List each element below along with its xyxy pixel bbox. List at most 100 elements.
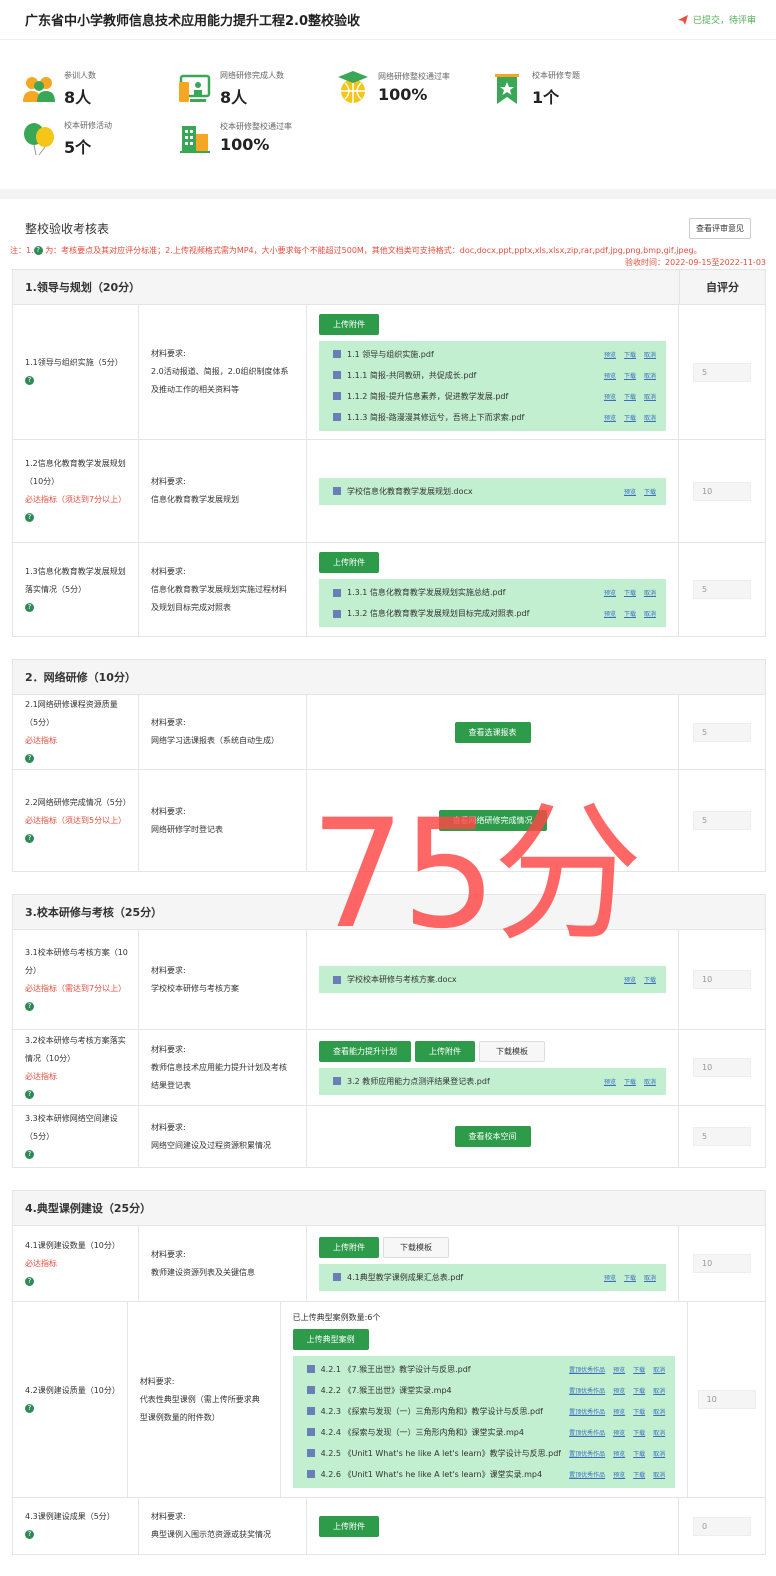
preview-link[interactable]: 预览 [604,371,616,380]
self-score-input[interactable]: 10 [693,970,751,989]
view-opinion-button[interactable]: 查看评审意见 [689,217,751,239]
self-score-input[interactable]: 5 [693,722,751,742]
cancel-link[interactable]: 取消 [653,1386,665,1395]
upload-button[interactable]: 上传附件 [319,1515,379,1537]
file-name: 1.3.1 信息化教育教学发展规划实施总结.pdf [347,588,506,597]
view-report-button[interactable]: 查看选课报表 [454,721,531,743]
help-icon[interactable]: ? [25,376,34,385]
help-icon[interactable]: ? [25,1403,34,1413]
preview-link[interactable]: 预览 [604,392,616,401]
preview-link[interactable]: 预览 [624,487,636,496]
self-score-input[interactable]: 5 [693,580,751,599]
download-link[interactable]: 下载 [624,588,636,597]
section-title: 3.校本研修与考核（25分） [25,906,163,919]
upload-button[interactable]: 上传附件 [415,1040,475,1062]
download-link[interactable]: 下载 [644,487,656,496]
preview-link[interactable]: 预览 [613,1470,625,1479]
item-cell: 1.1领导与组织实施（5分）? [13,305,139,439]
download-link[interactable]: 下载 [633,1428,645,1437]
download-link[interactable]: 下载 [624,350,636,359]
self-score-input[interactable]: 5 [693,1127,751,1146]
preview-link[interactable]: 预览 [613,1407,625,1416]
self-score-input[interactable]: 10 [697,1390,756,1409]
self-score-input[interactable]: 10 [693,1058,751,1077]
help-icon[interactable]: ? [25,1149,34,1159]
cancel-link[interactable]: 取消 [644,1273,656,1282]
download-link[interactable]: 下载 [633,1407,645,1416]
view-report-button[interactable]: 查看网络研修完成情况 [438,810,547,831]
pin-excellent-link[interactable]: 置顶优秀作品 [569,1386,605,1395]
download-link[interactable]: 下载 [624,1077,636,1086]
download-template-button[interactable]: 下载模板 [383,1236,449,1258]
cancel-link[interactable]: 取消 [653,1470,665,1479]
download-link[interactable]: 下载 [633,1386,645,1395]
file-icon [306,1470,315,1478]
page-title: 广东省中小学教师信息技术应用能力提升工程2.0整校验收 [25,14,361,29]
material-desc: 信息化教育教学发展规划 [151,495,239,504]
view-report-button[interactable]: 查看校本空间 [454,1126,531,1147]
download-link[interactable]: 下载 [633,1365,645,1374]
download-link[interactable]: 下载 [624,392,636,401]
upload-button[interactable]: 上传附件 [319,1236,379,1258]
self-score-input[interactable]: 5 [693,811,751,830]
required-indicator: 必达指标（须达到7分以上） [25,495,127,504]
cancel-link[interactable]: 取消 [644,392,656,401]
help-icon[interactable]: ? [25,1530,34,1539]
preview-link[interactable]: 预览 [613,1428,625,1437]
cancel-link[interactable]: 取消 [644,1077,656,1086]
self-score-input[interactable]: 0 [693,1516,751,1536]
preview-link[interactable]: 预览 [624,975,636,984]
upload-button[interactable]: 上传附件 [319,552,379,573]
pin-excellent-link[interactable]: 置顶优秀作品 [569,1470,605,1479]
help-icon[interactable]: ? [25,513,34,522]
self-score-input[interactable]: 5 [693,362,751,382]
self-score-input[interactable]: 10 [693,1254,751,1273]
cancel-link[interactable]: 取消 [644,350,656,359]
download-link[interactable]: 下载 [624,1273,636,1282]
help-icon[interactable]: ? [25,1001,34,1011]
cancel-link[interactable]: 取消 [653,1365,665,1374]
preview-link[interactable]: 预览 [604,588,616,597]
download-link[interactable]: 下载 [624,609,636,618]
download-link[interactable]: 下载 [624,371,636,380]
download-link[interactable]: 下载 [633,1470,645,1479]
pin-excellent-link[interactable]: 置顶优秀作品 [569,1365,605,1374]
item-title: 1.3信息化教育教学发展规划落实情况（5分） [25,566,126,594]
preview-link[interactable]: 预览 [604,609,616,618]
cancel-link[interactable]: 取消 [644,413,656,422]
cancel-link[interactable]: 取消 [644,588,656,597]
upload-button[interactable]: 上传附件 [319,313,379,335]
uploaded-count: 已上传典型案例数量:6个 [292,1312,381,1322]
preview-link[interactable]: 预览 [604,1273,616,1282]
preview-link[interactable]: 预览 [613,1365,625,1374]
self-score-input[interactable]: 10 [693,481,751,501]
download-link[interactable]: 下载 [644,975,656,984]
material-title: 材料要求: [151,1512,186,1521]
cancel-link[interactable]: 取消 [644,609,656,618]
view-plan-button[interactable]: 查看能力提升计划 [319,1040,411,1062]
download-link[interactable]: 下载 [624,413,636,422]
upload-button[interactable]: 上传典型案例 [292,1328,369,1350]
preview-link[interactable]: 预览 [613,1449,625,1458]
preview-link[interactable]: 预览 [604,350,616,359]
cancel-link[interactable]: 取消 [653,1407,665,1416]
help-icon[interactable]: ? [25,1089,34,1099]
help-icon[interactable]: ? [25,833,34,843]
section-title: 2．网络研修（10分） [25,671,136,684]
cancel-link[interactable]: 取消 [644,371,656,380]
cancel-link[interactable]: 取消 [653,1449,665,1458]
paper-plane-icon [677,14,688,25]
help-icon[interactable]: ? [25,602,34,612]
help-icon[interactable]: ? [25,754,34,763]
download-template-button[interactable]: 下载模板 [479,1040,545,1062]
pin-excellent-link[interactable]: 置顶优秀作品 [569,1449,605,1458]
preview-link[interactable]: 预览 [613,1386,625,1395]
preview-link[interactable]: 预览 [604,1077,616,1086]
preview-link[interactable]: 预览 [604,413,616,422]
pin-excellent-link[interactable]: 置顶优秀作品 [569,1407,605,1416]
pin-excellent-link[interactable]: 置顶优秀作品 [569,1428,605,1437]
help-icon[interactable]: ? [25,1276,34,1286]
download-link[interactable]: 下载 [633,1449,645,1458]
cancel-link[interactable]: 取消 [653,1428,665,1437]
